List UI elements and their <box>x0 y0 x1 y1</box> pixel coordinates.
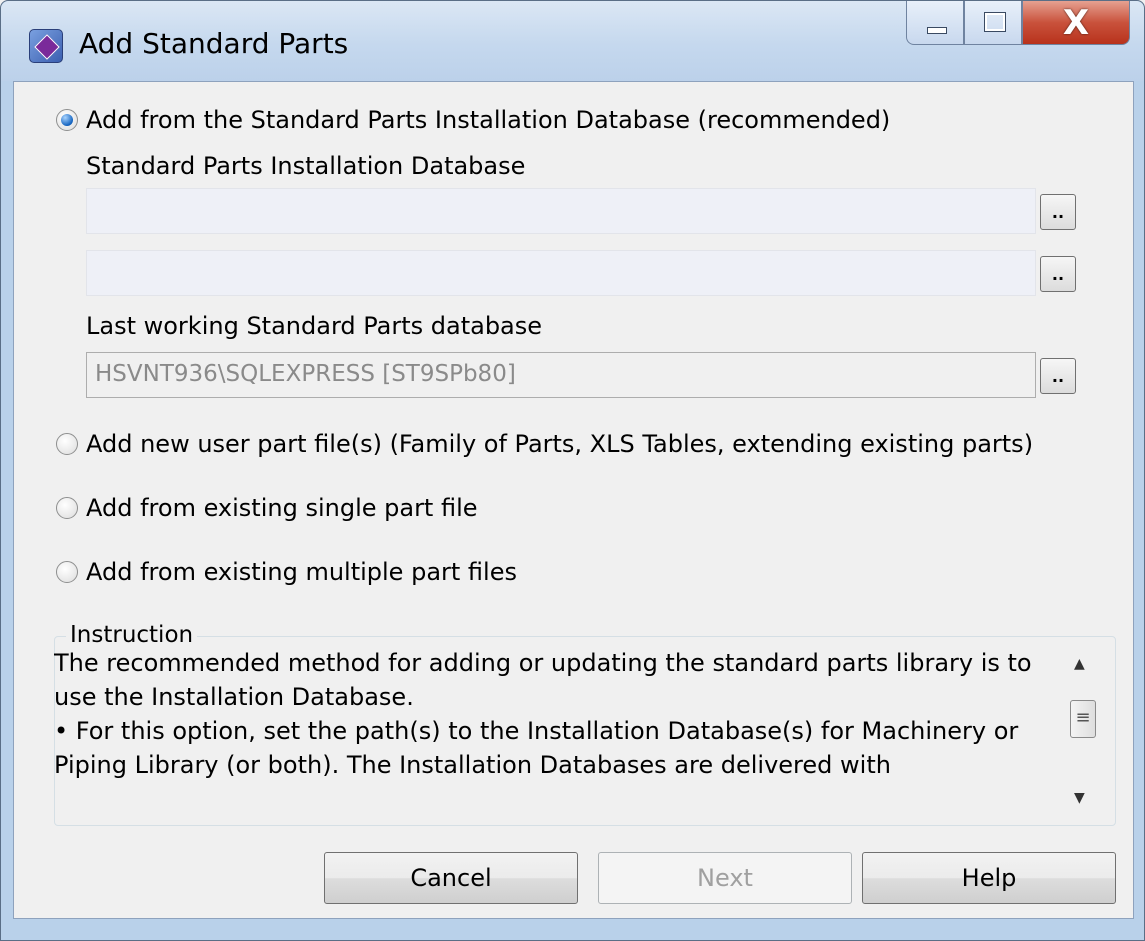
dialog-body: Add from the Standard Parts Installation… <box>13 81 1134 919</box>
browse-button-2[interactable]: .. <box>1040 256 1076 292</box>
app-icon <box>29 29 63 63</box>
browse-button-1[interactable]: .. <box>1040 194 1076 230</box>
instruction-scrollbar[interactable]: ▲ ≡ ▼ <box>1062 640 1102 820</box>
scroll-down-icon[interactable]: ▼ <box>1074 790 1085 806</box>
instruction-para-1: The recommended method for adding or upd… <box>54 649 1032 711</box>
install-db-path-2[interactable] <box>86 250 1036 296</box>
close-button[interactable]: X <box>1022 1 1130 45</box>
window-controls: X <box>906 1 1130 47</box>
install-db-heading: Standard Parts Installation Database <box>86 152 526 180</box>
option-new-user-part[interactable]: Add new user part file(s) (Family of Par… <box>56 430 1033 458</box>
browse-button-3[interactable]: .. <box>1040 358 1076 394</box>
instruction-para-2: • For this option, set the path(s) to th… <box>54 717 1019 779</box>
radio-multiple-parts[interactable] <box>56 561 78 583</box>
option-multiple-parts[interactable]: Add from existing multiple part files <box>56 558 517 586</box>
option-single-part-label: Add from existing single part file <box>86 494 478 522</box>
cancel-button[interactable]: Cancel <box>324 852 578 904</box>
install-db-path-1[interactable] <box>86 188 1036 234</box>
scroll-thumb[interactable]: ≡ <box>1070 700 1096 738</box>
next-button[interactable]: Next <box>598 852 852 904</box>
option-install-db[interactable]: Add from the Standard Parts Installation… <box>56 106 890 134</box>
add-standard-parts-window: Add Standard Parts X Add from the Standa… <box>0 0 1145 941</box>
option-multiple-parts-label: Add from existing multiple part files <box>86 558 517 586</box>
option-new-user-part-label: Add new user part file(s) (Family of Par… <box>86 430 1034 458</box>
instruction-text: The recommended method for adding or upd… <box>54 646 1054 824</box>
option-single-part[interactable]: Add from existing single part file <box>56 494 478 522</box>
last-working-db-label: Last working Standard Parts database <box>86 312 543 340</box>
maximize-button[interactable] <box>964 1 1022 45</box>
instruction-legend: Instruction <box>66 622 198 648</box>
help-button[interactable]: Help <box>862 852 1116 904</box>
window-title: Add Standard Parts <box>79 27 349 60</box>
close-icon: X <box>1062 3 1090 43</box>
minimize-button[interactable] <box>906 1 964 45</box>
radio-install-db[interactable] <box>56 109 78 131</box>
radio-new-user-part[interactable] <box>56 433 78 455</box>
scroll-up-icon[interactable]: ▲ <box>1074 656 1085 672</box>
title-bar[interactable]: Add Standard Parts X <box>1 1 1144 81</box>
last-working-db-field: HSVNT936\SQLEXPRESS [ST9SPb80] <box>86 352 1036 398</box>
radio-single-part[interactable] <box>56 497 78 519</box>
option-install-db-label: Add from the Standard Parts Installation… <box>86 106 891 134</box>
